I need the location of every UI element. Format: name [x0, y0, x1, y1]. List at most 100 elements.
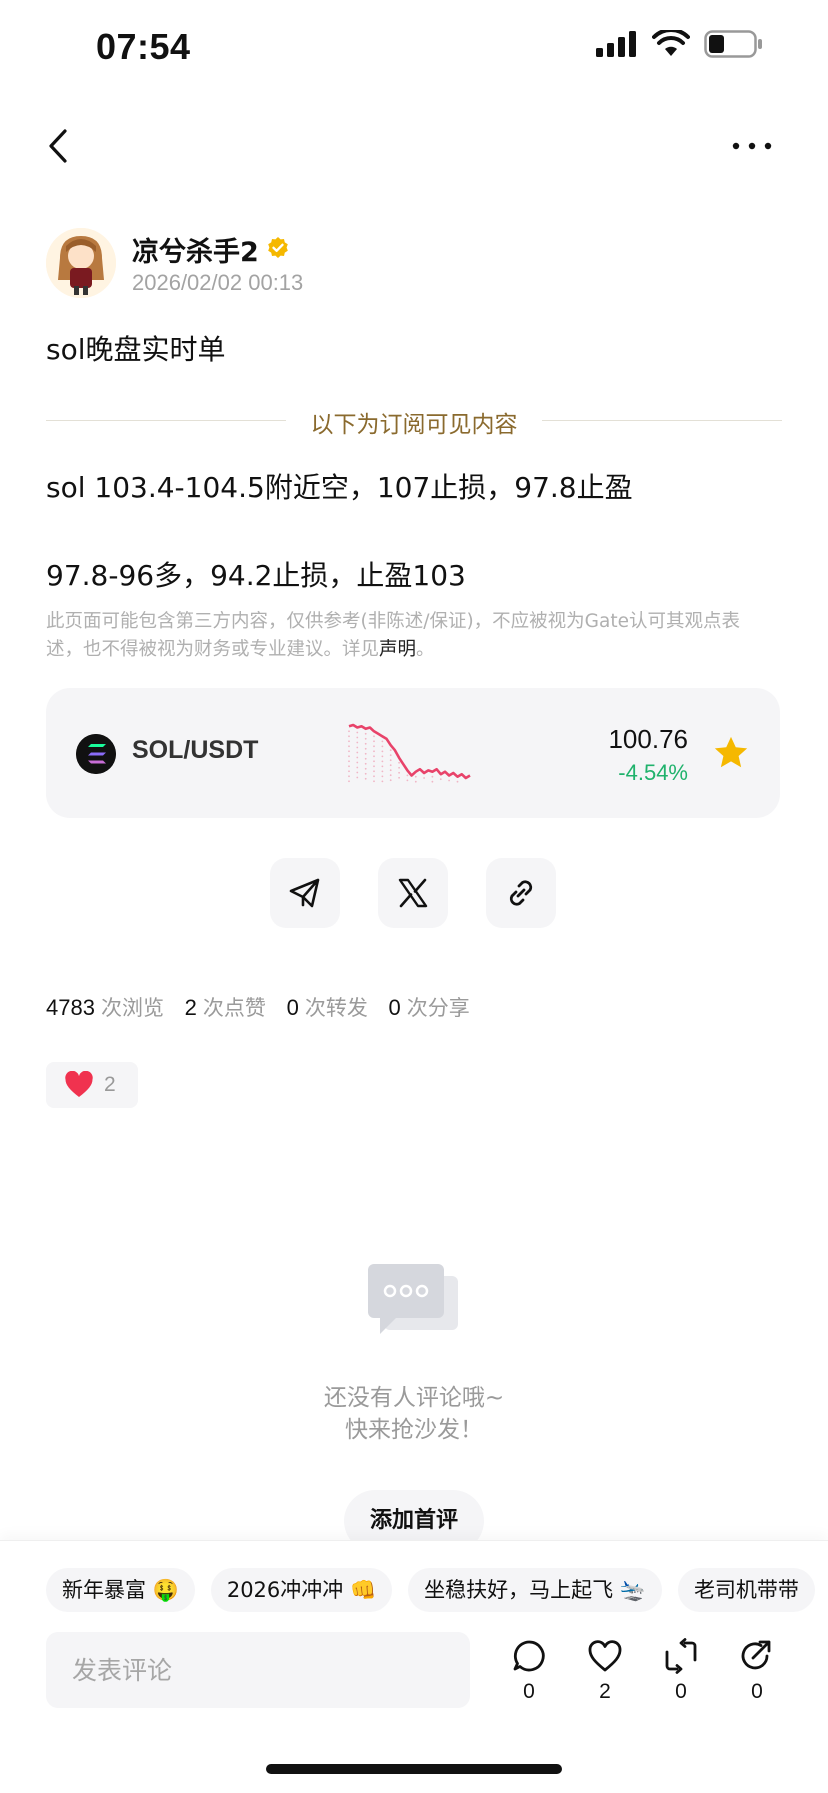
ticker-card[interactable]: SOL/USDT 100.76 -4.54% [46, 688, 780, 818]
sparkline-fill-dot [389, 764, 392, 767]
sparkline-fill-dot [373, 770, 375, 773]
repost-action-button[interactable]: 0 [653, 1638, 709, 1704]
sparkline-fill-dot [356, 741, 359, 744]
reaction-heart-chip[interactable]: 2 [46, 1062, 138, 1108]
quick-reply-chips: 新年暴富 🤑 2026冲冲冲 👊 坐稳扶好，马上起飞 🛬 老司机带带 [46, 1568, 815, 1612]
sparkline-fill-dot [439, 778, 442, 781]
chevron-left-icon [49, 129, 67, 163]
sparkline-fill-dot [398, 771, 400, 774]
status-icons [596, 30, 764, 58]
disclaimer-link[interactable]: 声明 [379, 639, 416, 660]
likes-count: 2 [184, 995, 197, 1020]
sparkline-fill-dot [348, 735, 350, 738]
sparkline-fill-dot [373, 775, 375, 778]
sparkline-fill-dot [356, 756, 359, 759]
ticker-pair: SOL/USDT [132, 736, 259, 764]
sparkline-fill-dot [356, 776, 359, 779]
sparkline-fill-dot [356, 751, 359, 754]
sparkline-fill-dot [364, 767, 367, 770]
sparkline-fill-dot [373, 760, 375, 763]
share-action-button[interactable]: 0 [729, 1638, 785, 1704]
sparkline-fill-dot [423, 777, 425, 779]
sparkline-fill-dot [364, 772, 367, 775]
author-avatar[interactable] [46, 228, 116, 298]
shares-count: 0 [388, 995, 401, 1020]
x-icon [398, 878, 428, 908]
home-indicator [266, 1764, 562, 1774]
more-icon [732, 142, 772, 150]
status-time: 07:54 [96, 26, 191, 67]
sparkline-fill-dot [406, 779, 409, 782]
sparkline-fill-dot [364, 757, 367, 760]
like-action-button[interactable]: 2 [577, 1638, 633, 1704]
sparkline-fill-dot [381, 760, 384, 763]
sparkline-fill-dot [364, 762, 367, 765]
sparkline-fill-dot [364, 747, 367, 750]
share-telegram-button[interactable] [270, 858, 340, 928]
sparkline-fill-dot [348, 755, 350, 758]
sparkline-fill-dot [431, 780, 434, 783]
sparkline-fill-dot [348, 770, 350, 773]
comment-icon [513, 1640, 545, 1672]
sparkline-fill-dot [364, 742, 367, 745]
heart-outline-icon [588, 1640, 622, 1672]
subscriber-divider-label: 以下为订阅可见内容 [310, 412, 518, 438]
sparkline-fill-dot [414, 775, 417, 778]
disclaimer: 此页面可能包含第三方内容，仅供参考(非陈述/保证)，不应被视为Gate认可其观点… [46, 608, 776, 664]
sparkline-fill-dot [356, 731, 359, 734]
sparkline-fill-dot [373, 780, 375, 783]
sparkline-fill-dot [381, 780, 384, 783]
sparkline-fill-dot [348, 760, 350, 763]
share-x-button[interactable] [378, 858, 448, 928]
price-sparkline [348, 723, 471, 783]
author-name[interactable]: 凉兮杀手2 [132, 230, 259, 269]
wifi-icon [652, 30, 690, 56]
back-button[interactable] [40, 122, 76, 170]
sparkline-fill-dot [364, 777, 367, 780]
solana-logo-icon [76, 734, 116, 774]
reaction-count: 2 [104, 1073, 116, 1096]
sparkline-fill-dot [364, 737, 367, 740]
signal-icon [596, 31, 636, 57]
sparkline-fill-dot [348, 765, 350, 768]
quick-reply-chip[interactable]: 新年暴富 🤑 [46, 1568, 195, 1612]
sparkline-fill-dot [373, 740, 375, 743]
sparkline-fill-dot [373, 750, 375, 753]
sparkline-fill-dot [456, 780, 459, 783]
quick-reply-chip[interactable]: 2026冲冲冲 👊 [210, 1568, 393, 1612]
sparkline-fill-dot [348, 775, 350, 778]
sparkline-fill-dot [348, 745, 350, 748]
comment-action-count: 0 [523, 1680, 535, 1703]
likes-label: 次点赞 [202, 996, 266, 1020]
sparkline-fill-dot [381, 755, 384, 758]
favorite-star-icon[interactable] [712, 734, 750, 772]
comment-action-button[interactable]: 0 [501, 1638, 557, 1704]
sparkline-fill-dot [356, 736, 359, 739]
quick-reply-chip[interactable]: 坐稳扶好，马上起飞 🛬 [408, 1568, 662, 1612]
share-link-button[interactable] [486, 858, 556, 928]
sparkline-fill-dot [373, 745, 375, 748]
sparkline-fill-dot [356, 761, 359, 764]
battery-icon [704, 30, 762, 58]
quick-reply-chip[interactable]: 老司机带带 [677, 1568, 815, 1612]
sparkline-fill-dot [389, 779, 392, 782]
share-icon [741, 1640, 771, 1670]
share-action-count: 0 [751, 1680, 763, 1703]
avatar-image [46, 228, 116, 298]
sparkline-fill-dot [373, 755, 375, 758]
reposts-label: 次转发 [304, 996, 368, 1020]
disclaimer-end: 。 [416, 639, 435, 660]
link-icon [509, 880, 533, 906]
sparkline-fill-dot [389, 749, 392, 752]
sparkline-fill-dot [381, 745, 384, 748]
more-options-button[interactable] [728, 122, 776, 170]
sparkline-fill-dot [348, 750, 350, 753]
sparkline-fill-dot [381, 770, 384, 773]
post-title: sol晚盘实时单 [46, 333, 226, 366]
sparkline-fill-dot [389, 769, 392, 772]
sparkline-fill-dot [348, 740, 350, 743]
comment-input[interactable] [46, 1632, 470, 1708]
sparkline-fill-dot [398, 766, 400, 769]
sparkline-fill-dot [348, 730, 350, 733]
sparkline-fill-dot [356, 771, 359, 774]
